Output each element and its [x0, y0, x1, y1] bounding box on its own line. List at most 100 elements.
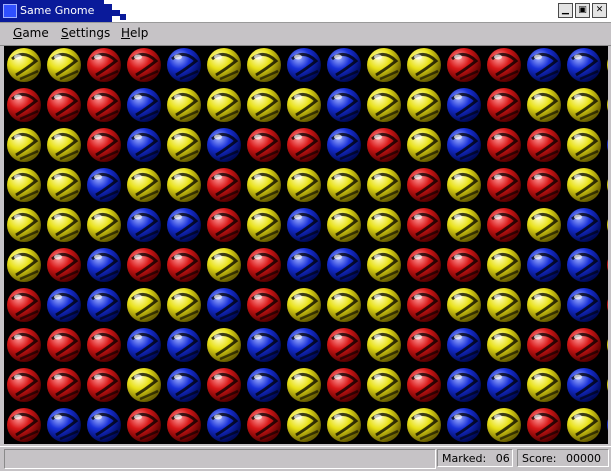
ball-blue[interactable]: [127, 128, 161, 162]
title-tab[interactable]: Same Gnome: [0, 0, 96, 22]
ball-yellow[interactable]: [127, 368, 161, 402]
ball-blue[interactable]: [247, 368, 281, 402]
ball-blue[interactable]: [327, 128, 361, 162]
ball-blue[interactable]: [447, 328, 481, 362]
ball-yellow[interactable]: [567, 168, 601, 202]
ball-red[interactable]: [527, 328, 561, 362]
ball-yellow[interactable]: [7, 48, 41, 82]
ball-red[interactable]: [487, 208, 521, 242]
ball-yellow[interactable]: [607, 328, 608, 362]
ball-red[interactable]: [87, 328, 121, 362]
ball-blue[interactable]: [447, 128, 481, 162]
ball-yellow[interactable]: [167, 128, 201, 162]
ball-blue[interactable]: [447, 368, 481, 402]
ball-yellow[interactable]: [87, 208, 121, 242]
ball-yellow[interactable]: [567, 128, 601, 162]
ball-blue[interactable]: [287, 48, 321, 82]
ball-red[interactable]: [207, 168, 241, 202]
ball-yellow[interactable]: [7, 248, 41, 282]
ball-yellow[interactable]: [367, 288, 401, 322]
ball-blue[interactable]: [87, 408, 121, 442]
ball-blue[interactable]: [567, 288, 601, 322]
ball-yellow[interactable]: [527, 288, 561, 322]
ball-red[interactable]: [527, 408, 561, 442]
ball-yellow[interactable]: [367, 88, 401, 122]
ball-blue[interactable]: [167, 368, 201, 402]
ball-blue[interactable]: [87, 168, 121, 202]
ball-red[interactable]: [407, 288, 441, 322]
ball-yellow[interactable]: [607, 208, 608, 242]
ball-yellow[interactable]: [327, 168, 361, 202]
ball-blue[interactable]: [287, 328, 321, 362]
ball-red[interactable]: [87, 48, 121, 82]
ball-yellow[interactable]: [447, 208, 481, 242]
ball-red[interactable]: [487, 128, 521, 162]
ball-yellow[interactable]: [287, 288, 321, 322]
ball-yellow[interactable]: [207, 48, 241, 82]
ball-yellow[interactable]: [367, 168, 401, 202]
ball-red[interactable]: [407, 248, 441, 282]
ball-yellow[interactable]: [567, 408, 601, 442]
ball-red[interactable]: [487, 168, 521, 202]
ball-red[interactable]: [207, 368, 241, 402]
ball-yellow[interactable]: [367, 248, 401, 282]
ball-blue[interactable]: [327, 248, 361, 282]
close-button[interactable]: ✕: [592, 3, 607, 18]
ball-yellow[interactable]: [247, 88, 281, 122]
ball-blue[interactable]: [527, 248, 561, 282]
ball-red[interactable]: [407, 208, 441, 242]
ball-yellow[interactable]: [7, 168, 41, 202]
ball-red[interactable]: [7, 368, 41, 402]
ball-red[interactable]: [527, 128, 561, 162]
ball-yellow[interactable]: [287, 368, 321, 402]
ball-red[interactable]: [287, 128, 321, 162]
ball-yellow[interactable]: [327, 408, 361, 442]
ball-red[interactable]: [487, 48, 521, 82]
ball-red[interactable]: [327, 368, 361, 402]
ball-blue[interactable]: [567, 368, 601, 402]
ball-blue[interactable]: [87, 288, 121, 322]
ball-yellow[interactable]: [407, 88, 441, 122]
ball-yellow[interactable]: [207, 248, 241, 282]
ball-yellow[interactable]: [127, 288, 161, 322]
ball-blue[interactable]: [567, 208, 601, 242]
ball-red[interactable]: [527, 168, 561, 202]
ball-red[interactable]: [247, 288, 281, 322]
ball-blue[interactable]: [207, 128, 241, 162]
ball-red[interactable]: [47, 328, 81, 362]
ball-red[interactable]: [127, 48, 161, 82]
menu-help[interactable]: Help: [121, 26, 148, 40]
ball-yellow[interactable]: [527, 368, 561, 402]
ball-red[interactable]: [407, 328, 441, 362]
ball-blue[interactable]: [127, 208, 161, 242]
ball-red[interactable]: [7, 288, 41, 322]
ball-yellow[interactable]: [407, 48, 441, 82]
ball-red[interactable]: [47, 88, 81, 122]
game-board[interactable]: [4, 46, 608, 444]
ball-blue[interactable]: [167, 208, 201, 242]
ball-yellow[interactable]: [207, 88, 241, 122]
ball-yellow[interactable]: [367, 208, 401, 242]
ball-yellow[interactable]: [567, 88, 601, 122]
ball-yellow[interactable]: [367, 48, 401, 82]
ball-red[interactable]: [447, 48, 481, 82]
ball-yellow[interactable]: [367, 328, 401, 362]
ball-yellow[interactable]: [47, 128, 81, 162]
ball-yellow[interactable]: [607, 88, 608, 122]
ball-blue[interactable]: [167, 328, 201, 362]
ball-red[interactable]: [247, 128, 281, 162]
ball-blue[interactable]: [567, 48, 601, 82]
ball-red[interactable]: [7, 408, 41, 442]
ball-red[interactable]: [127, 408, 161, 442]
ball-blue[interactable]: [247, 328, 281, 362]
ball-blue[interactable]: [47, 408, 81, 442]
ball-blue[interactable]: [127, 88, 161, 122]
ball-yellow[interactable]: [167, 88, 201, 122]
ball-yellow[interactable]: [327, 288, 361, 322]
menu-game[interactable]: Game: [13, 26, 49, 40]
ball-red[interactable]: [167, 408, 201, 442]
ball-yellow[interactable]: [527, 88, 561, 122]
ball-yellow[interactable]: [487, 408, 521, 442]
ball-yellow[interactable]: [367, 408, 401, 442]
window-titlebar[interactable]: Same Gnome ▁ ▣ ✕: [0, 0, 611, 23]
